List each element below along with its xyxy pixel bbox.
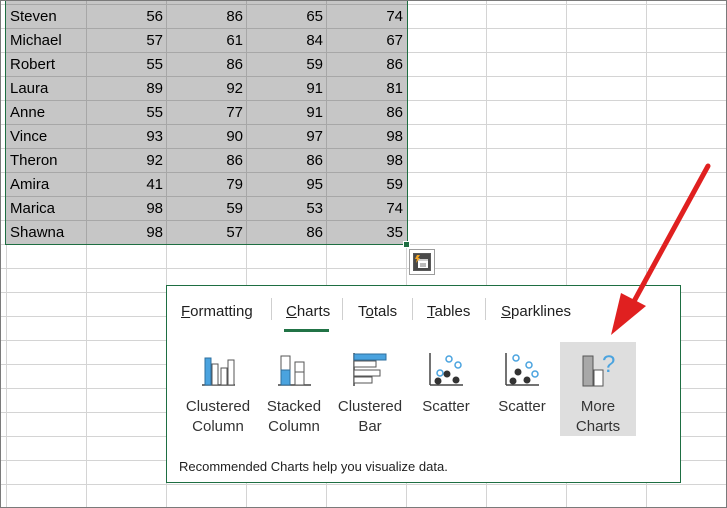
red-arrow-annotation xyxy=(611,163,711,335)
